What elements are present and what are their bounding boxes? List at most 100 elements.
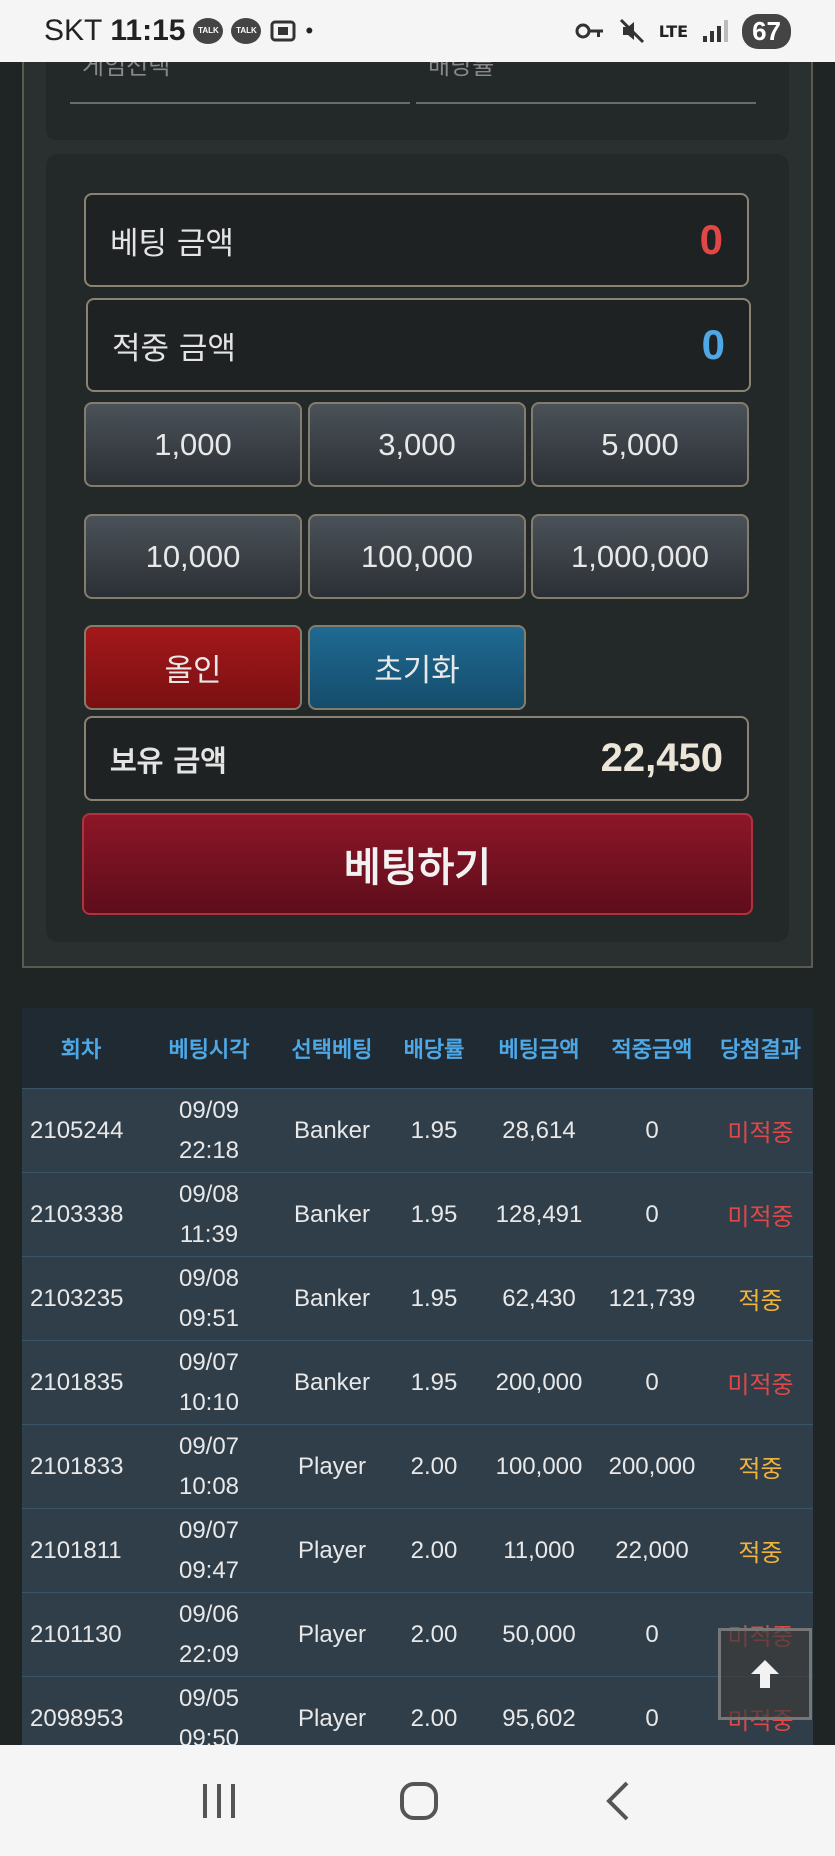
bet-clock: 11:39	[179, 1220, 239, 1248]
bet-amount-cell: 95,602	[502, 1704, 576, 1732]
win-amount-cell: 0	[645, 1620, 659, 1648]
bet-amount-label: 베팅 금액	[110, 225, 234, 262]
place-bet-button[interactable]: 베팅하기	[82, 813, 753, 915]
bet-time-cell: 09/05 09:50	[140, 1679, 278, 1746]
odds-cell: 1.95	[410, 1116, 458, 1144]
kakaotalk-icon: TALK	[193, 18, 224, 44]
balance-value: 22,450	[600, 736, 723, 780]
clock: 11:15	[110, 14, 186, 47]
choice-cell: Player	[297, 1704, 367, 1732]
bet-date: 09/07	[178, 1516, 240, 1544]
bet-amount-cell: 11,000	[503, 1536, 575, 1564]
choice-cell: Player	[297, 1452, 367, 1480]
allin-button[interactable]: 올인	[84, 625, 302, 710]
bet-clock: 09:50	[178, 1724, 240, 1746]
bet-clock: 22:09	[178, 1640, 240, 1668]
bet-time-cell: 09/08 09:51	[140, 1259, 278, 1339]
win-amount-cell: 0	[645, 1368, 659, 1396]
win-amount-cell: 0	[645, 1704, 659, 1732]
back-button[interactable]	[603, 1779, 633, 1823]
result-cell: 미적중	[727, 1204, 794, 1231]
bet-date: 09/08	[178, 1264, 240, 1292]
choice-cell: Player	[297, 1536, 367, 1564]
table-row: 210113009/0622:09Player2.0050,0000미적중	[22, 1592, 813, 1676]
col-result: 당첨결과	[720, 1038, 801, 1063]
bet-clock: 09:51	[178, 1304, 240, 1332]
win-amount-cell: 0	[645, 1116, 659, 1144]
bet-date: 09/07	[178, 1348, 240, 1376]
balance-label: 보유 금액	[110, 743, 227, 778]
odds-cell: 1.95	[410, 1200, 458, 1228]
choice-cell: Banker	[293, 1368, 371, 1396]
bet-date: 09/07	[178, 1432, 240, 1460]
status-left: SKT 11:15 TALK TALK •	[44, 14, 313, 48]
bet-clock: 09:47	[178, 1556, 240, 1584]
choice-cell: Banker	[293, 1284, 371, 1312]
signal-icon	[703, 20, 729, 42]
odds-cell: 2.00	[410, 1452, 458, 1480]
round-cell: 2098953	[30, 1704, 124, 1732]
result-cell: 적중	[738, 1456, 783, 1483]
chip-100000-button[interactable]: 100,000	[308, 514, 526, 599]
bet-time-cell: 09/07 09:47	[140, 1511, 278, 1591]
chip-5000-button[interactable]: 5,000	[531, 402, 749, 487]
round-cell: 2101130	[30, 1620, 122, 1648]
table-body: 2105244 09/09 22:18 Banker 1.95 28,614 0 미적중 210…	[22, 1088, 813, 1745]
vpn-key-icon	[575, 23, 603, 39]
bet-time-cell: 09/07 10:10	[140, 1343, 278, 1423]
bet-date: 09/08	[178, 1180, 240, 1208]
win-amount-cell: 200,000	[608, 1452, 696, 1480]
bet-time-cell: 09/08 11:39	[140, 1175, 278, 1255]
bet-clock: 22:18	[178, 1136, 240, 1164]
bet-amount-box: 베팅 금액 0	[84, 193, 749, 287]
result-cell: 적중	[738, 1540, 783, 1567]
round-cell: 2101811	[30, 1536, 122, 1564]
bet-clock: 10:08	[178, 1472, 240, 1500]
round-cell: 2101835	[30, 1368, 124, 1396]
col-odds: 배당률	[403, 1038, 465, 1063]
bet-time-cell: 09/06 22:09	[140, 1595, 278, 1675]
win-amount-value: 0	[701, 321, 725, 368]
bet-date: 09/05	[178, 1684, 240, 1712]
bet-clock: 10:10	[178, 1388, 240, 1416]
table-row: 2105244 09/09 22:18 Banker 1.95 28,614 0 미적중	[22, 1088, 813, 1172]
bet-amount-cell: 62,430	[502, 1284, 576, 1312]
table-row: 2103235 09/08 09:51 Banker 1.95 62,430 121,739…	[22, 1256, 813, 1340]
recent-apps-button[interactable]	[202, 1783, 235, 1818]
odds-cell: 2.00	[410, 1620, 458, 1648]
bet-amount-cell: 50,000	[502, 1620, 576, 1648]
bet-amount-cell: 28,614	[502, 1116, 576, 1144]
status-bar: SKT 11:15 TALK TALK • LTE 67	[0, 0, 835, 62]
chip-1000-button[interactable]: 1,000	[84, 402, 302, 487]
col-round: 회차	[60, 1038, 102, 1063]
round-cell: 2101833	[30, 1452, 124, 1480]
balance-box: 보유 금액 22,450	[84, 716, 749, 801]
system-nav-bar	[0, 1745, 835, 1856]
table-row: 2103338 09/08 11:39 Banker 1.95 128,491 0 미적중	[22, 1172, 813, 1256]
col-win-amount: 적중금액	[611, 1038, 693, 1063]
home-button[interactable]	[399, 1781, 438, 1820]
result-cell: 미적중	[727, 1372, 794, 1399]
odds-cell: 1.95	[410, 1284, 458, 1312]
odds-cell: 1.95	[410, 1368, 458, 1396]
mute-icon	[619, 18, 644, 44]
table-header: 회차 베팅시각 선택베팅 배당률 베팅금액 적중금액 당첨결과	[22, 1008, 813, 1088]
choice-cell: Banker	[293, 1200, 371, 1228]
status-right: LTE 67	[575, 13, 791, 49]
bet-amount-value: 0	[699, 216, 723, 263]
table-row: 2101833 09/07 10:08 Player 2.00 100,000 200,00…	[22, 1424, 813, 1508]
scroll-to-top-button[interactable]	[718, 1628, 812, 1720]
table-row: 2101835 09/07 10:10 Banker 1.95 200,000 0 미적중	[22, 1340, 813, 1424]
odds-cell: 2.00	[410, 1704, 458, 1732]
chip-10000-button[interactable]: 10,000	[84, 514, 302, 599]
bet-history-table: 회차 베팅시각 선택베팅 배당률 베팅금액 적중금액 당첨결과 2105244 0…	[22, 1008, 813, 1745]
result-cell: 적중	[738, 1288, 783, 1315]
chip-3000-button[interactable]: 3,000	[308, 402, 526, 487]
chip-1000000-button[interactable]: 1,000,000	[531, 514, 749, 599]
col-bet-time: 베팅시각	[168, 1038, 250, 1063]
col-choice: 선택베팅	[291, 1038, 373, 1063]
bet-amount-cell: 128,491	[495, 1200, 583, 1228]
col-bet-amount: 베팅금액	[498, 1038, 580, 1063]
odds-cell: 2.00	[410, 1536, 458, 1564]
reset-button[interactable]: 초기화	[308, 625, 526, 710]
